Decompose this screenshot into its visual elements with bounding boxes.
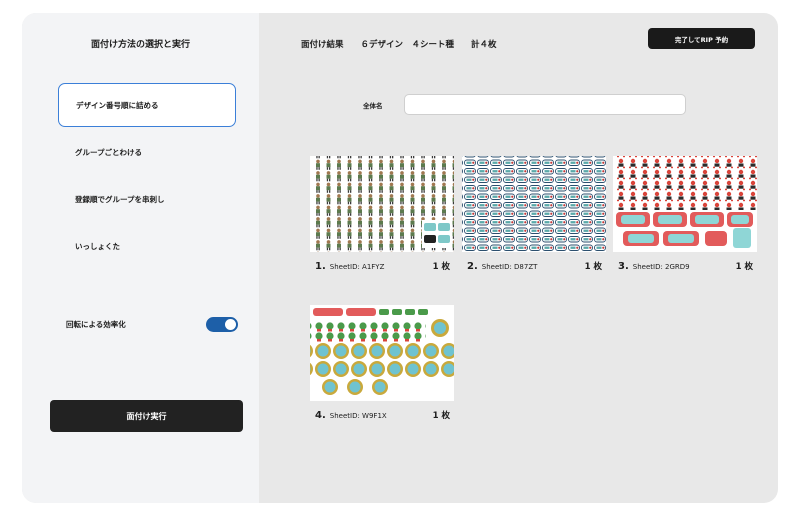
- option-design-number-order[interactable]: デザイン番号順に詰める: [58, 83, 236, 127]
- sheet-caption: 2. SheetID: D87ZT 1 枚: [462, 259, 606, 273]
- sheet-count: 1 枚: [735, 262, 753, 272]
- sheet-count: 1 枚: [432, 262, 450, 272]
- rotation-toggle-label: 回転による効率化: [66, 319, 126, 329]
- sheet-card[interactable]: 4. SheetID: W9F1X 1 枚: [310, 305, 454, 422]
- overall-name-input[interactable]: [404, 94, 686, 115]
- sheet-index: 2.: [467, 260, 478, 272]
- sheet-thumbnail: [310, 156, 454, 252]
- complete-rip-reserve-button[interactable]: 完了してRIP 予約: [648, 28, 755, 49]
- sheet-count: 1 枚: [584, 262, 602, 272]
- option-split-by-group[interactable]: グループごとわける: [58, 130, 236, 174]
- rotation-efficiency-row: 回転による効率化: [66, 316, 238, 332]
- option-label: デザイン番号順に詰める: [76, 100, 159, 110]
- sheet-card[interactable]: 2. SheetID: D87ZT 1 枚: [462, 156, 606, 273]
- rotation-toggle[interactable]: [206, 316, 238, 332]
- option-registration-skewer[interactable]: 登録順でグループを串刺し: [58, 177, 236, 221]
- sheet-thumbnail: [613, 156, 757, 252]
- option-all-together[interactable]: いっしょくた: [58, 224, 236, 268]
- sheet-thumbnail: [462, 156, 606, 252]
- sheet-index: 3.: [618, 260, 629, 272]
- option-label: 登録順でグループを串刺し: [75, 194, 165, 204]
- sheet-count: 1 枚: [432, 411, 450, 421]
- sheet-caption: 1. SheetID: A1FYZ 1 枚: [310, 259, 454, 273]
- app-window: 面付け方法の選択と実行 デザイン番号順に詰める グループごとわける 登録順でグル…: [22, 13, 778, 503]
- sheet-card[interactable]: 1. SheetID: A1FYZ 1 枚: [310, 156, 454, 273]
- sheet-thumbnail: [310, 305, 454, 401]
- sheet-caption: 4. SheetID: W9F1X 1 枚: [310, 408, 454, 422]
- sheet-card[interactable]: 3. SheetID: 2GRD9 1 枚: [613, 156, 757, 273]
- sheet-id: SheetID: W9F1X: [329, 411, 387, 420]
- panel-title: 面付け方法の選択と実行: [90, 40, 190, 50]
- run-imposition-button[interactable]: 面付け実行: [50, 400, 243, 432]
- result-summary: 面付け結果 ６デザイン ４シート種 計４枚: [301, 40, 497, 50]
- overall-name-label: 全体名: [363, 102, 383, 110]
- imposition-method-panel: 面付け方法の選択と実行 デザイン番号順に詰める グループごとわける 登録順でグル…: [22, 13, 259, 503]
- option-label: いっしょくた: [75, 241, 120, 251]
- option-label: グループごとわける: [75, 147, 143, 157]
- toggle-knob: [225, 318, 236, 330]
- imposition-result-panel: 面付け結果 ６デザイン ４シート種 計４枚 完了してRIP 予約 全体名 1. …: [259, 13, 778, 503]
- sheet-id: SheetID: A1FYZ: [329, 262, 385, 271]
- sheet-id: SheetID: 2GRD9: [632, 262, 690, 271]
- sheet-index: 1.: [315, 260, 326, 272]
- sheet-index: 4.: [315, 409, 326, 421]
- sheet-id: SheetID: D87ZT: [481, 262, 538, 271]
- sheet-caption: 3. SheetID: 2GRD9 1 枚: [613, 259, 757, 273]
